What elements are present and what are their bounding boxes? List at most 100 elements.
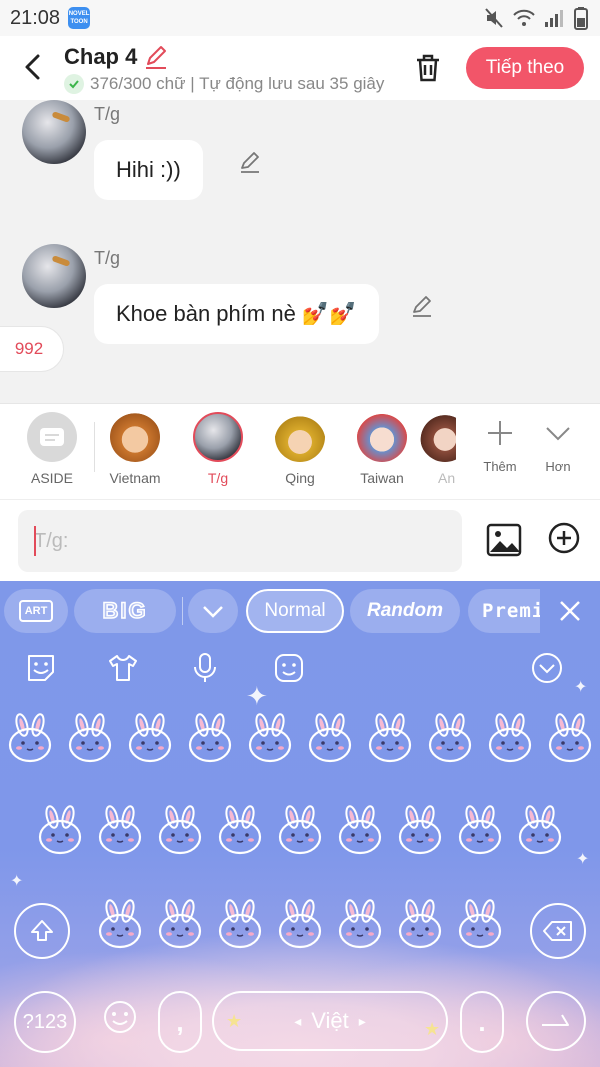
big-style-button[interactable]: BIG <box>74 589 176 633</box>
keyboard-function-row <box>0 647 600 691</box>
normal-style-button[interactable]: Normal <box>246 589 344 633</box>
avatar <box>193 412 243 462</box>
bunny-sticker-key[interactable] <box>242 711 298 767</box>
avatar <box>110 412 160 462</box>
bunny-sticker-key[interactable] <box>452 897 508 953</box>
bunny-sticker-key[interactable] <box>182 711 238 767</box>
bunny-sticker-key[interactable] <box>302 711 358 767</box>
edit-title-icon[interactable] <box>143 44 169 70</box>
add-character-label: Thêm <box>483 459 517 474</box>
numbers-key[interactable]: ?123 <box>14 991 76 1053</box>
message-bubble[interactable]: Hihi :)) <box>94 140 203 200</box>
sparkle-icon: ✦ <box>10 873 24 890</box>
character-vietnam[interactable]: Vietnam <box>95 412 175 486</box>
character-taiwan[interactable]: Taiwan <box>342 412 422 486</box>
expand-label: Hơn <box>545 459 571 474</box>
bunny-sticker-key[interactable] <box>422 711 478 767</box>
bunny-sticker-key[interactable] <box>152 803 208 859</box>
bunny-sticker-key[interactable] <box>272 897 328 953</box>
emoji-face-icon[interactable] <box>272 651 306 685</box>
bunny-sticker-key[interactable] <box>332 897 388 953</box>
next-button[interactable]: Tiếp theo <box>466 47 584 89</box>
enter-icon <box>542 1014 569 1026</box>
bunny-sticker-key[interactable] <box>152 897 208 953</box>
bunny-sticker-key[interactable] <box>212 803 268 859</box>
bunny-sticker-key[interactable] <box>362 711 418 767</box>
back-arrow-icon[interactable] <box>18 52 48 82</box>
bunny-sticker-key[interactable] <box>332 803 388 859</box>
message-input[interactable] <box>18 510 462 572</box>
avatar <box>275 412 325 462</box>
avatar[interactable] <box>22 244 86 308</box>
character-label: Vietnam <box>109 470 161 486</box>
art-style-button[interactable]: ART <box>4 589 68 633</box>
premium-style-button[interactable]: Premium <box>468 589 540 633</box>
chevron-down-icon <box>203 606 223 618</box>
battery-icon <box>574 7 588 30</box>
theme-shirt-icon[interactable] <box>106 651 140 685</box>
speaker-name: T/g <box>94 248 121 268</box>
microphone-icon[interactable] <box>188 651 222 685</box>
avatar <box>420 412 456 462</box>
bunny-sticker-key[interactable] <box>512 803 568 859</box>
editor-header: Chap 4 376/300 chữ | Tự động lưu sau 35 … <box>0 36 600 100</box>
bunny-sticker-key[interactable] <box>392 897 448 953</box>
character-label: T/g <box>207 470 229 486</box>
bunny-sticker-key[interactable] <box>542 711 598 767</box>
space-language-label: Việt <box>311 1008 349 1033</box>
character-aside[interactable]: ASIDE <box>12 412 92 486</box>
bunny-sticker-key[interactable] <box>62 711 118 767</box>
emoji-key[interactable] <box>98 995 142 1039</box>
shift-arrow-icon <box>31 920 53 941</box>
count-badge[interactable]: 992 <box>0 326 64 372</box>
add-circle-icon[interactable] <box>548 522 580 554</box>
backspace-key[interactable] <box>530 903 586 959</box>
character-label: Qing <box>285 470 315 486</box>
character-tg[interactable]: T/g <box>178 412 258 486</box>
bunny-sticker-key[interactable] <box>122 711 178 767</box>
avatar[interactable] <box>22 100 86 164</box>
character-an[interactable]: An <box>420 412 456 486</box>
collapse-keyboard-icon[interactable] <box>530 651 564 685</box>
character-label: An <box>438 470 456 486</box>
sticker-icon[interactable] <box>24 651 58 685</box>
status-bar: 21:08 NOVEL TOON <box>0 0 600 36</box>
bunny-sticker-key[interactable] <box>482 711 538 767</box>
backspace-icon <box>543 921 572 941</box>
bunny-sticker-key[interactable] <box>212 897 268 953</box>
comma-key[interactable]: , <box>158 991 202 1053</box>
image-icon[interactable] <box>486 522 522 558</box>
shift-key[interactable] <box>14 903 70 959</box>
bunny-sticker-key[interactable] <box>2 711 58 767</box>
divider <box>182 597 183 625</box>
enter-key[interactable] <box>526 991 586 1051</box>
bunny-sticker-key[interactable] <box>272 803 328 859</box>
random-style-button[interactable]: Random <box>350 589 460 633</box>
styles-dropdown-button[interactable] <box>188 589 238 633</box>
sticker-key-row <box>0 803 600 869</box>
bunny-sticker-key[interactable] <box>32 803 88 859</box>
message-bubble[interactable]: Khoe bàn phím nè 💅💅 <box>94 284 379 344</box>
bunny-sticker-key[interactable] <box>92 803 148 859</box>
bunny-sticker-key[interactable] <box>92 897 148 953</box>
expand-characters-button[interactable]: Hơn <box>530 418 586 474</box>
emoji-keyboard: ✦ ✦ ✦ ✦ ★ ★ ART BIG Normal Random Premiu… <box>0 581 600 1067</box>
add-character-button[interactable]: Thêm <box>472 418 528 474</box>
edit-message-icon[interactable] <box>238 150 262 174</box>
status-icons <box>484 6 588 30</box>
character-label: Taiwan <box>360 470 404 486</box>
edit-message-icon[interactable] <box>410 294 434 318</box>
space-key[interactable]: ◂ Việt ▸ <box>212 991 448 1051</box>
period-key[interactable]: . <box>460 991 504 1053</box>
avatar <box>357 412 407 462</box>
trash-icon[interactable] <box>412 52 444 84</box>
character-bar: ASIDE Vietnam T/g Qing Taiwan An Thêm Hơ… <box>0 403 600 499</box>
mute-icon <box>485 8 503 28</box>
word-count-autosave: 376/300 chữ | Tự động lưu sau 35 giây <box>90 74 385 93</box>
wifi-icon <box>513 9 535 26</box>
character-qing[interactable]: Qing <box>260 412 340 486</box>
close-icon[interactable] <box>556 597 584 625</box>
bunny-sticker-key[interactable] <box>452 803 508 859</box>
bunny-sticker-key[interactable] <box>392 803 448 859</box>
arrow-right-icon: ▸ <box>358 1012 366 1029</box>
